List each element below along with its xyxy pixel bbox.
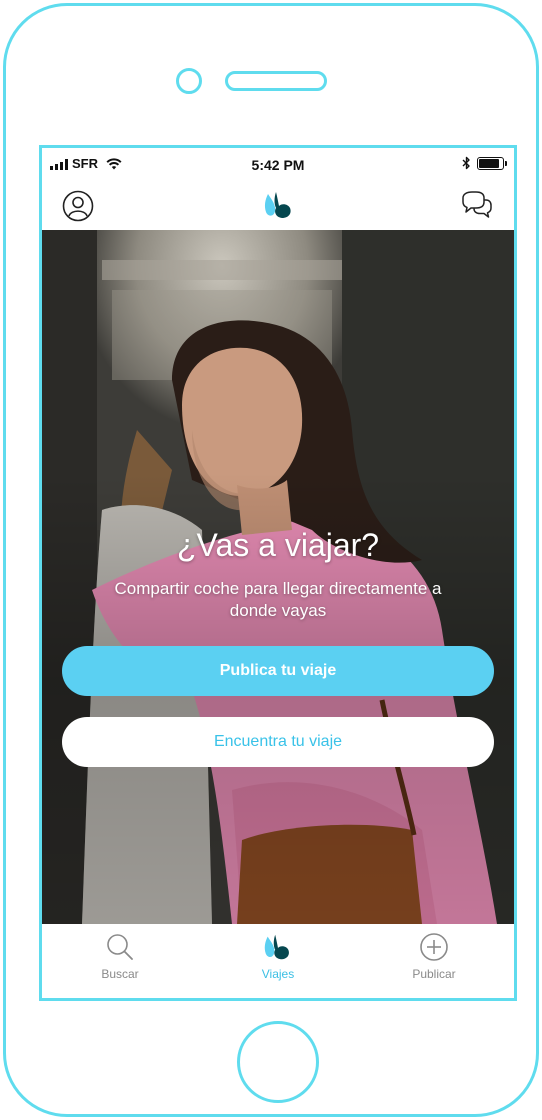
- tab-trips[interactable]: Viajes: [218, 932, 338, 981]
- earpiece-speaker: [225, 71, 327, 91]
- status-right: [462, 156, 507, 170]
- status-bar: SFR 5:42 PM: [42, 148, 514, 182]
- tab-publish-label: Publicar: [412, 967, 456, 981]
- app-logo-icon: [264, 192, 291, 218]
- app-logo-icon: [264, 934, 289, 960]
- front-camera: [176, 68, 202, 94]
- phone-frame: SFR 5:42 PM ¿Vas a viajar? Compartir coc…: [3, 3, 539, 1117]
- hero-title: ¿Vas a viajar?: [176, 527, 380, 563]
- plus-circle-icon: [420, 933, 448, 961]
- top-nav-bar: [42, 182, 514, 230]
- tab-trips-label: Viajes: [261, 967, 295, 981]
- battery-icon: [477, 156, 507, 170]
- home-button[interactable]: [237, 1021, 319, 1103]
- bluetooth-icon: [462, 156, 470, 170]
- tab-search[interactable]: Buscar: [60, 932, 180, 981]
- tab-publish[interactable]: Publicar: [374, 932, 494, 981]
- screen: SFR 5:42 PM ¿Vas a viajar? Compartir coc…: [39, 145, 517, 1001]
- hero-banner: ¿Vas a viajar? Compartir coche para lleg…: [42, 230, 514, 924]
- search-icon: [107, 934, 133, 960]
- profile-icon[interactable]: [62, 190, 94, 222]
- status-time: 5:42 PM: [251, 157, 305, 173]
- publish-trip-button[interactable]: Publica tu viaje: [62, 646, 494, 696]
- find-trip-button[interactable]: Encuentra tu viaje: [62, 717, 494, 767]
- hero-photo: [42, 230, 514, 924]
- tab-search-label: Buscar: [101, 967, 139, 981]
- chat-bubbles-icon[interactable]: [460, 190, 494, 222]
- bottom-tab-bar: Buscar Viajes Publicar: [42, 924, 514, 998]
- hero-subtitle: Compartir coche para llegar directamente…: [114, 579, 442, 620]
